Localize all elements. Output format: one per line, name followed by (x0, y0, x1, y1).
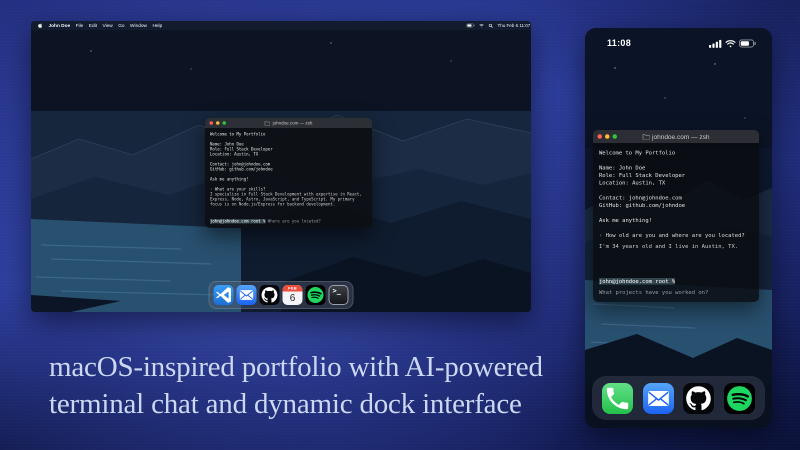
terminal-answer: I specialize in Full Stack Development w… (210, 192, 367, 207)
mail-icon (237, 285, 257, 305)
terminal-prompt: john@johndoe.com root % (210, 219, 265, 224)
spotify-icon (724, 383, 755, 414)
mail-dock-icon[interactable] (643, 383, 674, 414)
menubar-clock[interactable]: Thu Feb 6 11:07 AM (498, 23, 531, 28)
menu-window[interactable]: Window (130, 23, 147, 29)
terminal-typed-text: Where are you located? (265, 219, 320, 224)
terminal-typed-text: What projects have you worked on? (599, 289, 753, 297)
menu-view[interactable]: View (102, 23, 112, 29)
showcase-canvas: John Doe File Edit View Go Window Help (0, 0, 800, 450)
close-button[interactable] (210, 121, 214, 125)
macos-desktop: John Doe File Edit View Go Window Help (31, 21, 531, 312)
spotify-dock-icon[interactable] (306, 285, 326, 305)
iphone-terminal-title: johndoe.com — zsh (643, 133, 710, 141)
wifi-icon (725, 39, 736, 48)
caption: macOS-inspired portfolio with AI-powered… (49, 349, 543, 423)
github-dock-icon[interactable] (683, 383, 714, 414)
terminal-line: Contact: john@johndoe.com (599, 194, 753, 202)
terminal-line: Location: Austin, TX (599, 179, 753, 187)
mac-terminal-body[interactable]: Welcome to My Portfolio Name: John Doe R… (205, 128, 372, 228)
spotify-icon (306, 285, 326, 305)
github-icon (683, 383, 714, 414)
wifi-icon[interactable] (479, 24, 484, 28)
calendar-day: 6 (283, 292, 303, 306)
terminal-question: › How old are you and where are you loca… (599, 232, 753, 240)
minimize-button[interactable] (605, 134, 610, 139)
terminal-prompt-line[interactable]: john@johndoe.com root % Where are you lo… (210, 219, 367, 224)
apple-menu[interactable] (38, 23, 43, 28)
terminal-line: GitHub: github.com/johndoe (599, 202, 753, 210)
spotify-dock-icon[interactable] (724, 383, 755, 414)
terminal-line: Ask me anything! (599, 217, 753, 225)
iphone-screen: 11:08 johndoe.com — zsh (585, 28, 772, 428)
mac-terminal-title: johndoe.com — zsh (265, 121, 313, 126)
menu-help[interactable]: Help (152, 23, 162, 29)
mac-terminal-window[interactable]: johndoe.com — zsh Welcome to My Portfoli… (205, 118, 372, 228)
mac-dock: FEB 6 >_ (209, 281, 354, 309)
folder-icon (265, 121, 271, 126)
phone-icon (602, 383, 633, 414)
menu-go[interactable]: Go (118, 23, 124, 29)
minimize-button[interactable] (216, 121, 220, 125)
iphone-terminal-body[interactable]: Welcome to My Portfolio Name: John Doe R… (593, 143, 759, 302)
menu-edit[interactable]: Edit (89, 23, 97, 29)
folder-icon (643, 134, 650, 140)
macos-menubar: John Doe File Edit View Go Window Help (31, 21, 531, 30)
statusbar-time: 11:08 (607, 38, 631, 48)
iphone-dock (592, 376, 765, 420)
vscode-icon (214, 285, 234, 305)
mail-icon (643, 383, 674, 414)
menu-file[interactable]: File (76, 23, 84, 29)
battery-icon (739, 39, 756, 48)
terminal-line: Role: Full Stack Developer (599, 172, 753, 180)
terminal-line: Welcome to My Portfolio (599, 149, 753, 157)
caption-line-2: terminal chat and dynamic dock interface (49, 386, 543, 423)
spotlight-icon[interactable] (489, 23, 494, 28)
caption-line-1: macOS-inspired portfolio with AI-powered (49, 349, 543, 386)
terminal-line: Name: John Doe (599, 164, 753, 172)
apple-icon (38, 23, 43, 28)
menubar-app-name[interactable]: John Doe (49, 23, 71, 29)
mail-dock-icon[interactable] (237, 285, 257, 305)
terminal-dock-icon[interactable]: >_ (329, 285, 349, 305)
terminal-glyph: >_ (333, 288, 341, 295)
battery-icon[interactable] (467, 24, 475, 28)
terminal-answer: I'm 34 years old and I live in Austin, T… (599, 243, 753, 251)
iphone-terminal-titlebar[interactable]: johndoe.com — zsh (593, 130, 759, 143)
github-dock-icon[interactable] (260, 285, 280, 305)
zoom-button[interactable] (223, 121, 227, 125)
close-button[interactable] (598, 134, 603, 139)
github-icon (260, 285, 280, 305)
cellular-icon (709, 39, 722, 48)
vscode-dock-icon[interactable] (214, 285, 234, 305)
zoom-button[interactable] (613, 134, 618, 139)
window-controls (210, 121, 227, 125)
mac-terminal-titlebar[interactable]: johndoe.com — zsh (205, 118, 372, 128)
window-controls (598, 134, 618, 139)
phone-dock-icon[interactable] (602, 383, 633, 414)
iphone-statusbar: 11:08 (585, 36, 772, 50)
iphone-terminal-window[interactable]: johndoe.com — zsh Welcome to My Portfoli… (593, 130, 759, 302)
terminal-prompt: john@johndoe.com root % (599, 278, 675, 285)
calendar-dock-icon[interactable]: FEB 6 (283, 285, 303, 305)
terminal-prompt-line[interactable]: john@johndoe.com root % What projects hav… (599, 278, 753, 297)
